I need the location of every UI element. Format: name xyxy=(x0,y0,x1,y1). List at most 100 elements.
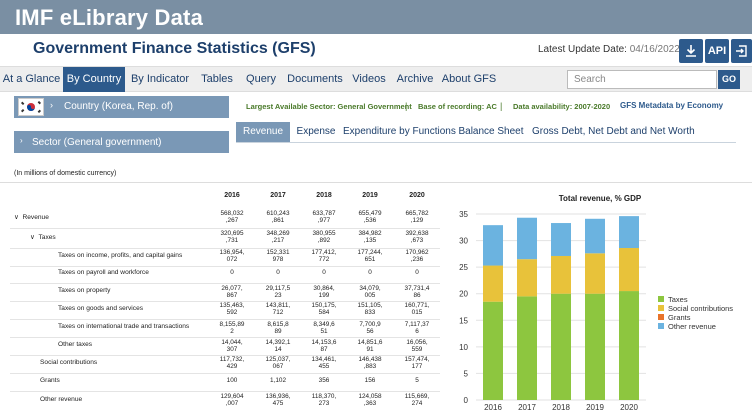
x-tick-label: 2016 xyxy=(484,403,502,412)
tab-gross-debt[interactable]: Gross Debt, Net Debt and Net Worth xyxy=(532,122,695,142)
app-header: IMF eLibrary Data xyxy=(0,0,752,34)
nav-documents[interactable]: Documents xyxy=(283,67,347,92)
search-go-button[interactable]: GO xyxy=(718,70,740,89)
update-label: Latest Update Date: xyxy=(538,44,627,55)
table-cell: 356 xyxy=(318,377,330,384)
tab-expense[interactable]: Expense xyxy=(292,122,340,142)
row-divider xyxy=(10,228,440,229)
table-cell: 156 xyxy=(364,377,376,384)
x-tick-label: 2017 xyxy=(518,403,536,412)
table-row-label: Taxes on goods and services xyxy=(58,305,144,312)
table-cell: 152,331 978 xyxy=(266,249,290,263)
table-cell: 124,058,363 xyxy=(358,393,382,407)
table-cell: 34,079, 005 xyxy=(359,285,381,299)
expand-chevron-icon[interactable]: ∨ xyxy=(30,234,35,241)
nav-by-country[interactable]: By Country xyxy=(63,67,125,92)
year-header: 2017 xyxy=(270,192,286,199)
table-cell: 129,604,007 xyxy=(220,393,244,407)
y-tick-label: 10 xyxy=(459,343,468,352)
country-selector[interactable]: › Country (Korea, Rep. of) xyxy=(14,96,229,118)
row-divider xyxy=(10,337,440,338)
row-divider xyxy=(10,355,440,356)
expand-chevron-icon[interactable]: ∨ xyxy=(14,214,19,221)
tab-expenditure-by-functions[interactable]: Expenditure by Functions xyxy=(343,122,456,142)
bar-segment xyxy=(551,255,571,294)
legend-label: Taxes xyxy=(668,295,688,304)
y-tick-label: 20 xyxy=(459,290,468,299)
y-tick-label: 0 xyxy=(464,396,469,405)
table-cell: 8,615,8 89 xyxy=(267,321,289,335)
legend-label: Social contributions xyxy=(668,304,733,313)
table-cell: 320,695,731 xyxy=(220,230,244,244)
year-header: 2018 xyxy=(316,192,332,199)
table-cell: 348,269,217 xyxy=(266,230,290,244)
bar-segment xyxy=(517,296,537,400)
revenue-chart-panel: Total revenue, % GDP 0 5 10 15 20 25 30 35 2016 2… xyxy=(450,188,752,414)
legend-label: Grants xyxy=(668,313,691,322)
share-button[interactable] xyxy=(731,39,752,63)
table-cell: 134,461, 455 xyxy=(311,356,337,370)
nav-tables[interactable]: Tables xyxy=(195,67,239,92)
table-cell: 7,700,9 56 xyxy=(359,321,381,335)
search-input[interactable] xyxy=(567,70,717,89)
download-icon xyxy=(686,45,696,57)
table-cell: 0 xyxy=(276,269,280,276)
nav-at-a-glance[interactable]: At a Glance xyxy=(0,67,63,92)
nav-videos[interactable]: Videos xyxy=(347,67,391,92)
x-tick-label: 2018 xyxy=(552,403,570,412)
table-cell: 100 xyxy=(226,377,238,384)
table-cell: 16,056, 559 xyxy=(406,339,428,353)
legend-label: Other revenue xyxy=(668,322,716,331)
table-cell: 125,037, 067 xyxy=(265,356,291,370)
chevron-right-icon: › xyxy=(20,136,23,145)
app-title: IMF eLibrary Data xyxy=(15,5,204,30)
table-cell: 0 xyxy=(322,269,326,276)
bar-segment xyxy=(483,301,503,400)
tab-revenue[interactable]: Revenue xyxy=(236,122,290,142)
bar-segment xyxy=(619,291,639,400)
data-availability-info: Data availability: 2007-2020 xyxy=(513,102,611,111)
bar-segment xyxy=(551,293,571,400)
table-cell: 115,669, 274 xyxy=(404,393,430,407)
update-info: Latest Update Date: 04/16/2022 xyxy=(538,44,680,55)
table-cell: 384,982,135 xyxy=(358,230,382,244)
table-cell: 665,782,129 xyxy=(405,210,429,224)
table-row-label: Other revenue xyxy=(40,396,83,403)
table-cell: 135,463, 592 xyxy=(219,302,245,316)
gfs-metadata-link[interactable]: GFS Metadata by Economy xyxy=(620,101,723,110)
country-label: Country (Korea, Rep. of) xyxy=(64,101,173,112)
sector-selector[interactable]: › Sector (General government) xyxy=(14,131,229,153)
share-icon xyxy=(735,45,747,57)
table-cell: 29,117,5 23 xyxy=(265,285,291,299)
table-cell: 7,117,37 6 xyxy=(404,321,430,335)
table-cell: 14,392,1 14 xyxy=(265,339,291,353)
revenue-table: 2016 2017 2018 2019 2020 ∨ Revenue 568,0… xyxy=(0,188,440,414)
nav-about-gfs[interactable]: About GFS xyxy=(439,67,499,92)
row-divider xyxy=(10,266,440,267)
table-cell: 118,370, 273 xyxy=(311,393,337,407)
recording-basis-info: Base of recording: AC xyxy=(418,102,497,111)
row-divider xyxy=(10,248,440,249)
table-cell: 0 xyxy=(368,269,372,276)
tab-balance-sheet[interactable]: Balance Sheet xyxy=(457,122,525,142)
api-button[interactable]: API xyxy=(705,39,729,63)
nav-query[interactable]: Query xyxy=(239,67,283,92)
table-cell: 0 xyxy=(415,269,419,276)
table-cell: 1,102 xyxy=(270,377,286,384)
table-row-label[interactable]: ∨ Revenue xyxy=(14,213,49,221)
y-tick-label: 35 xyxy=(459,210,468,219)
legend-swatch xyxy=(658,314,664,320)
row-divider xyxy=(10,301,440,302)
title-row: Government Finance Statistics (GFS) Late… xyxy=(0,34,752,66)
nav-by-indicator[interactable]: By Indicator xyxy=(125,67,195,92)
table-cell: 117,732, 429 xyxy=(219,356,245,370)
units-note: (In millions of domestic currency) xyxy=(14,170,117,177)
download-button[interactable] xyxy=(679,39,703,63)
row-divider xyxy=(10,391,440,392)
table-row-label: Taxes on income, profits, and capital ga… xyxy=(58,252,183,259)
y-tick-label: 15 xyxy=(459,316,468,325)
nav-archive[interactable]: Archive xyxy=(391,67,439,92)
chevron-right-icon: › xyxy=(50,100,53,110)
table-row-label[interactable]: ∨ Taxes xyxy=(30,233,56,241)
y-tick-label: 30 xyxy=(459,237,468,246)
